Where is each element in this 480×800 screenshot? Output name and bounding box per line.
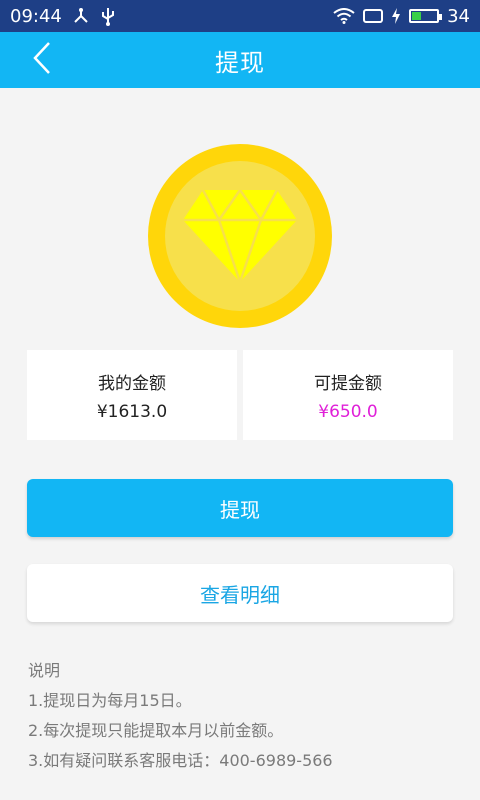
my-balance-value: ¥1613.0 [96,401,168,422]
withdrawable-balance-card: 可提金额 ¥650.0 [243,350,453,440]
page-title: 提现 [215,48,265,77]
charging-icon [391,8,401,24]
notes-item: 3.如有疑问联系客服电话：400-6989-566 [28,751,333,770]
notes-section: 说明 1.提现日为每月15日。 2.每次提现只能提取本月以前金额。 3.如有疑问… [28,656,458,776]
status-bar: 09:44 34 [0,0,480,32]
chevron-left-icon [31,41,53,79]
view-details-button[interactable]: 查看明细 [27,564,453,622]
battery-fill [412,12,421,20]
status-right: 34 [333,6,470,27]
battery-level: 34 [447,5,470,27]
withdrawable-balance-label: 可提金额 [314,373,382,394]
status-time: 09:44 [10,5,62,27]
back-button[interactable] [22,40,62,80]
diamond-icon [183,189,297,283]
usb-icon [100,6,116,26]
notes-item: 2.每次提现只能提取本月以前金额。 [28,721,284,740]
coin-inner [165,161,315,311]
usb-debug-icon [72,7,90,25]
notes-item: 1.提现日为每月15日。 [28,691,192,710]
withdraw-button[interactable]: 提现 [27,479,453,537]
battery-icon [409,9,443,23]
wifi-icon [333,8,355,24]
notes-title: 说明 [28,661,61,680]
app-bar: 提现 [0,32,480,88]
my-balance-label: 我的金额 [98,373,166,394]
screen-cast-icon [363,8,384,24]
coin-graphic [148,144,332,328]
my-balance-card: 我的金额 ¥1613.0 [27,350,237,440]
status-left: 09:44 [10,6,116,27]
withdrawable-balance-value: ¥650.0 [318,401,378,422]
